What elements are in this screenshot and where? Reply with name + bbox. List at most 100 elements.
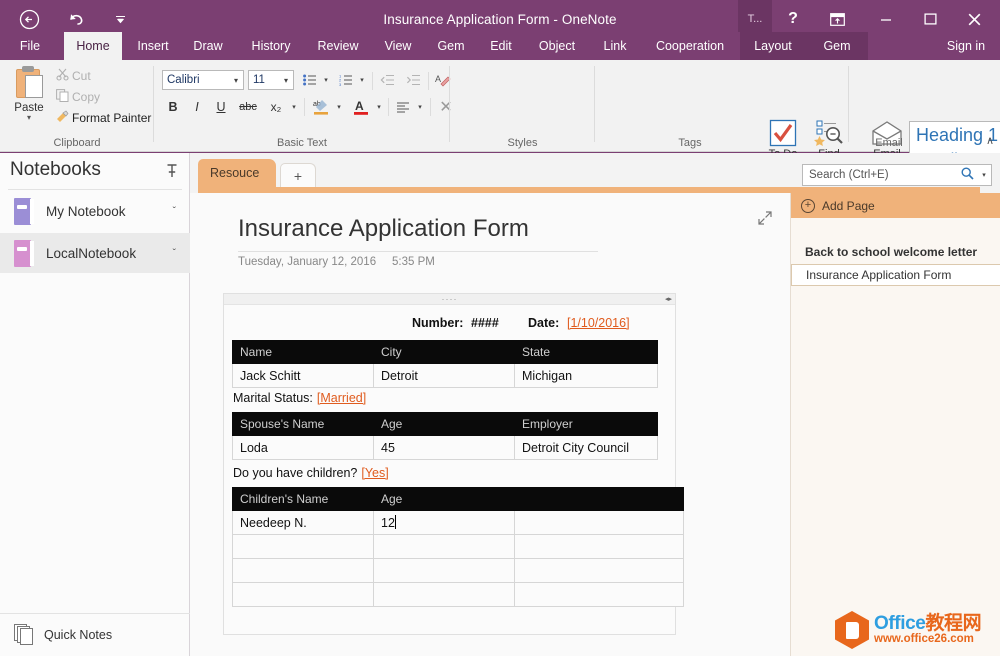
table-cell[interactable]: Detroit City Council	[514, 435, 658, 460]
italic-button[interactable]: I	[186, 96, 208, 118]
table-cell[interactable]: 45	[373, 435, 515, 460]
tab-home[interactable]: Home	[64, 32, 122, 60]
tab-link[interactable]: Link	[594, 32, 636, 60]
table-cell[interactable]	[514, 582, 684, 607]
bullet-list-icon[interactable]	[300, 70, 320, 90]
table-children[interactable]: Children's Name Age Needeep N. 12	[232, 487, 684, 607]
paste-caret-icon[interactable]: ▾	[27, 114, 31, 122]
sidebar-item-local-notebook[interactable]: LocalNotebook ˇ	[0, 233, 190, 273]
page-title[interactable]: Insurance Application Form	[238, 215, 529, 243]
add-section-button[interactable]: +	[280, 163, 316, 187]
table-row[interactable]: Needeep N. 12	[232, 510, 684, 535]
table-cell[interactable]: Detroit	[373, 363, 515, 388]
children-question-link[interactable]: [Yes]	[361, 466, 388, 480]
align-left-icon[interactable]	[392, 96, 414, 118]
table-cell[interactable]	[373, 534, 515, 559]
page-list-pane: + Add Page Back to school welcome letter…	[790, 193, 1000, 656]
table-cell[interactable]	[232, 582, 374, 607]
tab-file[interactable]: File	[8, 32, 52, 60]
subscript-button[interactable]: x₂	[264, 96, 288, 118]
table-row[interactable]: Loda 45 Detroit City Council	[232, 435, 658, 460]
chevron-down-icon[interactable]: ˇ	[173, 206, 176, 217]
decrease-indent-icon[interactable]	[376, 70, 398, 90]
table-row[interactable]	[232, 534, 684, 559]
align-caret-icon[interactable]: ▾	[414, 96, 426, 118]
search-input[interactable]: Search (Ctrl+E) ▾	[802, 164, 992, 186]
table-row[interactable]	[232, 582, 684, 607]
svg-text:A: A	[435, 74, 441, 84]
table-header-row: Spouse's Name Age Employer	[232, 412, 658, 436]
page-date[interactable]: Tuesday, January 12, 2016	[238, 256, 376, 268]
tab-layout[interactable]: Layout	[740, 32, 806, 60]
bullet-list-caret-icon[interactable]: ▾	[320, 70, 332, 90]
tab-draw[interactable]: Draw	[184, 32, 232, 60]
copy-button[interactable]: Copy	[52, 87, 100, 107]
table-cell[interactable]	[514, 534, 684, 559]
table-cell[interactable]	[373, 582, 515, 607]
table-cell[interactable]: Michigan	[514, 363, 658, 388]
table-row[interactable]: Jack Schitt Detroit Michigan	[232, 363, 658, 388]
cut-button[interactable]: Cut	[52, 66, 91, 86]
pin-icon[interactable]	[166, 164, 178, 181]
font-color-caret-icon[interactable]: ▾	[373, 96, 385, 118]
sidebar-item-my-notebook[interactable]: My Notebook ˇ	[0, 191, 190, 231]
page-time[interactable]: 5:35 PM	[392, 256, 435, 268]
page-list-item-insurance-form[interactable]: Insurance Application Form	[791, 264, 1000, 286]
tab-gem-context[interactable]: Gem	[806, 32, 868, 60]
bold-button[interactable]: B	[162, 96, 184, 118]
font-color-icon[interactable]: A	[349, 96, 373, 118]
quick-notes-button[interactable]: Quick Notes	[0, 614, 190, 656]
tab-review[interactable]: Review	[308, 32, 368, 60]
chevron-down-icon[interactable]: ▾	[279, 76, 293, 85]
collapse-ribbon-icon[interactable]: ∧	[986, 134, 994, 147]
numbered-list-caret-icon[interactable]: ▾	[356, 70, 368, 90]
page-canvas[interactable]: Insurance Application Form Tuesday, Janu…	[190, 193, 790, 656]
strikethrough-button[interactable]: abc	[234, 96, 262, 118]
table-cell[interactable]: Needeep N.	[232, 510, 374, 535]
search-dropdown-icon[interactable]: ▾	[977, 171, 991, 179]
table-cell[interactable]	[514, 558, 684, 583]
tab-edit[interactable]: Edit	[480, 32, 522, 60]
table-cell[interactable]: Loda	[232, 435, 374, 460]
table-spouse-info[interactable]: Spouse's Name Age Employer Loda 45 Detro…	[232, 412, 658, 460]
expand-arrows-icon[interactable]	[758, 211, 772, 228]
table-cell[interactable]	[232, 534, 374, 559]
table-cell-active[interactable]: 12	[373, 510, 515, 535]
section-tab-resouce[interactable]: Resouce	[198, 159, 276, 187]
subscript-caret-icon[interactable]: ▾	[288, 96, 300, 118]
chevron-down-icon[interactable]: ▾	[229, 76, 243, 85]
tab-object[interactable]: Object	[528, 32, 586, 60]
paste-button[interactable]: Paste ▾	[8, 64, 50, 138]
chevron-down-icon[interactable]: ˇ	[173, 248, 176, 259]
note-resize-icon[interactable]: ◂▸	[665, 295, 672, 303]
highlight-caret-icon[interactable]: ▾	[333, 96, 345, 118]
table-cell[interactable]	[373, 558, 515, 583]
text-highlight-icon[interactable]: ab	[309, 96, 333, 118]
table-cell[interactable]	[514, 510, 684, 535]
sign-in-link[interactable]: Sign in	[938, 32, 994, 60]
tab-history[interactable]: History	[240, 32, 302, 60]
table-personal-info[interactable]: Name City State Jack Schitt Detroit Mich…	[232, 340, 658, 388]
tab-view[interactable]: View	[376, 32, 420, 60]
increase-indent-icon[interactable]	[402, 70, 424, 90]
marital-status-link[interactable]: [Married]	[317, 391, 366, 405]
number-value[interactable]: ####	[471, 316, 499, 330]
underline-button[interactable]: U	[210, 96, 232, 118]
tab-cooperation[interactable]: Cooperation	[640, 32, 740, 60]
page-list-item-welcome-letter[interactable]: Back to school welcome letter	[791, 241, 1000, 263]
add-page-button[interactable]: + Add Page	[791, 193, 1000, 218]
date-link[interactable]: [1/10/2016]	[567, 316, 630, 330]
font-size-combo[interactable]: 11 ▾	[248, 70, 294, 90]
tab-gem[interactable]: Gem	[428, 32, 474, 60]
table-cell[interactable]: Jack Schitt	[232, 363, 374, 388]
table-row[interactable]	[232, 558, 684, 583]
font-name-combo[interactable]: Calibri ▾	[162, 70, 244, 90]
magnifier-icon[interactable]	[957, 167, 977, 183]
table-cell[interactable]	[232, 558, 374, 583]
format-painter-button[interactable]: Format Painter	[52, 108, 151, 128]
note-container[interactable]: ···· ◂▸ Number: #### Date: [1/10/2016] N…	[223, 293, 684, 635]
numbered-list-icon[interactable]: 123	[336, 70, 356, 90]
note-move-handle-icon[interactable]: ···· ◂▸	[224, 294, 675, 305]
tab-insert[interactable]: Insert	[128, 32, 178, 60]
clipboard-group-label: Clipboard	[53, 137, 101, 149]
